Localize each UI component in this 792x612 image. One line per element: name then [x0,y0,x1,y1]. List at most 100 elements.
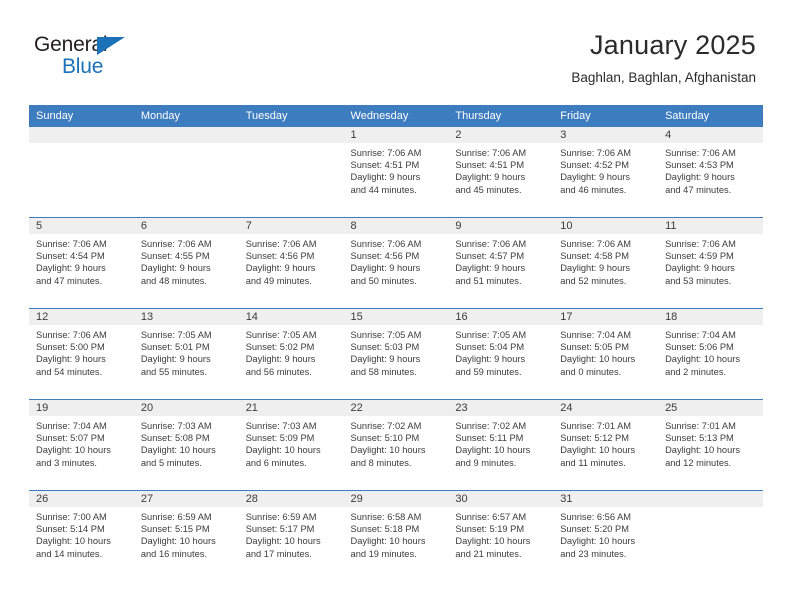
day-details: Sunrise: 7:02 AM Sunset: 5:10 PM Daylight:… [344,416,449,469]
calendar-day-cell[interactable]: 13 Sunrise: 7:05 AM Sunset: 5:01 PM Dayligh… [133,308,239,400]
weekday-header-saturday: Saturday [658,105,763,127]
day-details: Sunrise: 7:06 AM Sunset: 4:53 PM Daylight:… [658,143,763,196]
sunset-text: Sunset: 5:00 PM [36,342,105,353]
sunrise-text: Sunrise: 7:06 AM [455,148,527,158]
day-details: Sunrise: 7:05 AM Sunset: 5:02 PM Daylight:… [239,325,344,378]
day-details: Sunrise: 7:01 AM Sunset: 5:13 PM Daylight:… [658,416,763,469]
calendar-day-cell[interactable]: 19 Sunrise: 7:04 AM Sunset: 5:07 PM Dayligh… [29,399,134,491]
daylight-text-line1: Daylight: 10 hours [140,536,216,547]
calendar-day-cell[interactable]: 2 Sunrise: 7:06 AM Sunset: 4:51 PM Daylight… [448,127,554,218]
calendar-week-row: 12 Sunrise: 7:06 AM Sunset: 5:00 PM Dayligh… [29,308,763,400]
daylight-text-line1: Daylight: 9 hours [140,354,211,365]
daylight-text-line2: and 51 minutes. [455,275,522,286]
calendar-day-cell[interactable]: 27 Sunrise: 6:59 AM Sunset: 5:15 PM Dayligh… [133,490,239,581]
calendar-day-cell[interactable]: 16 Sunrise: 7:05 AM Sunset: 5:04 PM Dayligh… [448,308,554,400]
calendar-day-cell[interactable]: 9 Sunrise: 7:06 AM Sunset: 4:57 PM Daylight… [448,217,554,309]
daylight-text-line1: Daylight: 9 hours [350,263,421,274]
calendar-day-cell[interactable]: 1 Sunrise: 7:06 AM Sunset: 4:51 PM Daylight… [343,127,449,218]
calendar-day-cell[interactable]: 25 Sunrise: 7:01 AM Sunset: 5:13 PM Dayligh… [658,399,763,491]
day-details: Sunrise: 7:06 AM Sunset: 4:52 PM Daylight:… [553,143,658,196]
day-details: Sunrise: 7:06 AM Sunset: 4:57 PM Daylight:… [448,234,553,287]
sunrise-text: Sunrise: 7:06 AM [350,148,422,158]
daylight-text-line1: Daylight: 9 hours [350,354,421,365]
sunrise-text: Sunrise: 7:00 AM [36,512,107,522]
daylight-text-line1: Daylight: 10 hours [350,536,426,547]
sunrise-text: Sunrise: 6:56 AM [560,512,632,522]
sunrise-text: Sunrise: 7:06 AM [560,148,632,158]
day-details: Sunrise: 7:06 AM Sunset: 4:54 PM Daylight:… [29,234,134,287]
daylight-text-line1: Daylight: 10 hours [245,536,321,547]
calendar-day-cell[interactable]: 4 Sunrise: 7:06 AM Sunset: 4:53 PM Daylight… [658,127,763,218]
daylight-text-line2: and 47 minutes. [36,275,103,286]
day-number: 13 [133,309,239,325]
daylight-text-line2: and 2 minutes. [665,366,727,377]
calendar-day-cell[interactable]: 30 Sunrise: 6:57 AM Sunset: 5:19 PM Dayligh… [448,490,554,581]
sunset-text: Sunset: 5:01 PM [140,342,210,353]
sunrise-text: Sunrise: 7:04 AM [665,330,736,340]
day-number: 26 [29,491,134,507]
day-number: 6 [133,218,239,234]
calendar-day-cell[interactable]: 6 Sunrise: 7:06 AM Sunset: 4:55 PM Daylight… [133,217,239,309]
calendar-day-cell[interactable]: 21 Sunrise: 7:03 AM Sunset: 5:09 PM Dayligh… [238,399,344,491]
day-details: Sunrise: 7:06 AM Sunset: 4:51 PM Daylight:… [448,143,553,196]
calendar-day-cell[interactable]: 5 Sunrise: 7:06 AM Sunset: 4:54 PM Daylight… [29,217,134,309]
daylight-text-line1: Daylight: 10 hours [665,445,740,456]
daylight-text-line1: Daylight: 9 hours [455,263,526,274]
day-number: 2 [448,127,554,143]
daylight-text-line1: Daylight: 10 hours [455,536,531,547]
calendar-day-cell-empty [133,127,239,218]
day-details: Sunrise: 6:58 AM Sunset: 5:18 PM Daylight:… [344,507,449,560]
calendar-day-cell[interactable]: 17 Sunrise: 7:04 AM Sunset: 5:05 PM Dayligh… [553,308,659,400]
day-number [133,127,239,143]
calendar-body: 1 Sunrise: 7:06 AM Sunset: 4:51 PM Daylight… [29,127,763,581]
daylight-text-line2: and 17 minutes. [245,548,312,559]
day-number: 25 [658,400,763,416]
sunset-text: Sunset: 4:57 PM [455,251,525,262]
daylight-text-line2: and 12 minutes. [665,457,732,468]
calendar-day-cell[interactable]: 28 Sunrise: 6:59 AM Sunset: 5:17 PM Dayligh… [238,490,344,581]
calendar-day-cell[interactable]: 7 Sunrise: 7:06 AM Sunset: 4:56 PM Daylight… [238,217,344,309]
day-number: 11 [658,218,763,234]
day-number: 5 [29,218,134,234]
day-number: 21 [238,400,344,416]
daylight-text-line1: Daylight: 9 hours [350,172,421,183]
sunrise-text: Sunrise: 7:06 AM [36,239,107,249]
day-number: 16 [448,309,554,325]
daylight-text-line1: Daylight: 9 hours [36,354,106,365]
daylight-text-line1: Daylight: 10 hours [560,354,636,365]
calendar-day-cell[interactable]: 22 Sunrise: 7:02 AM Sunset: 5:10 PM Dayligh… [343,399,449,491]
calendar-day-cell[interactable]: 10 Sunrise: 7:06 AM Sunset: 4:58 PM Dayligh… [553,217,659,309]
day-details: Sunrise: 6:56 AM Sunset: 5:20 PM Daylight:… [553,507,658,560]
sunrise-text: Sunrise: 7:01 AM [560,421,632,431]
daylight-text-line2: and 45 minutes. [455,184,522,195]
calendar-day-cell[interactable]: 24 Sunrise: 7:01 AM Sunset: 5:12 PM Dayligh… [553,399,659,491]
daylight-text-line2: and 6 minutes. [245,457,307,468]
sunset-text: Sunset: 5:02 PM [245,342,315,353]
calendar-week-row: 5 Sunrise: 7:06 AM Sunset: 4:54 PM Daylight… [29,217,763,309]
calendar-day-cell[interactable]: 14 Sunrise: 7:05 AM Sunset: 5:02 PM Dayligh… [238,308,344,400]
day-number: 31 [553,491,659,507]
calendar-day-cell[interactable]: 18 Sunrise: 7:04 AM Sunset: 5:06 PM Dayligh… [658,308,763,400]
calendar-day-cell[interactable]: 11 Sunrise: 7:06 AM Sunset: 4:59 PM Dayligh… [658,217,763,309]
calendar-day-cell[interactable]: 29 Sunrise: 6:58 AM Sunset: 5:18 PM Dayligh… [343,490,449,581]
calendar-day-cell[interactable]: 20 Sunrise: 7:03 AM Sunset: 5:08 PM Dayligh… [133,399,239,491]
day-number [29,127,134,143]
day-number: 15 [343,309,449,325]
calendar-day-cell[interactable]: 3 Sunrise: 7:06 AM Sunset: 4:52 PM Daylight… [553,127,659,218]
day-number: 23 [448,400,554,416]
sunset-text: Sunset: 5:09 PM [245,433,315,444]
sunset-text: Sunset: 5:19 PM [455,524,525,535]
day-number: 17 [553,309,659,325]
daylight-text-line1: Daylight: 10 hours [36,445,111,456]
day-details: Sunrise: 7:06 AM Sunset: 4:58 PM Daylight:… [553,234,658,287]
daylight-text-line1: Daylight: 10 hours [455,445,531,456]
calendar-day-cell[interactable]: 26 Sunrise: 7:00 AM Sunset: 5:14 PM Dayligh… [29,490,134,581]
calendar-day-cell[interactable]: 8 Sunrise: 7:06 AM Sunset: 4:56 PM Daylight… [343,217,449,309]
calendar-day-cell[interactable]: 31 Sunrise: 6:56 AM Sunset: 5:20 PM Dayligh… [553,490,659,581]
sunrise-text: Sunrise: 7:06 AM [665,239,736,249]
calendar-grid: Sunday Monday Tuesday Wednesday Thursday… [29,105,763,581]
calendar-day-cell[interactable]: 23 Sunrise: 7:02 AM Sunset: 5:11 PM Dayligh… [448,399,554,491]
calendar-day-cell[interactable]: 12 Sunrise: 7:06 AM Sunset: 5:00 PM Dayligh… [29,308,134,400]
sunrise-text: Sunrise: 6:57 AM [455,512,527,522]
calendar-day-cell[interactable]: 15 Sunrise: 7:05 AM Sunset: 5:03 PM Dayligh… [343,308,449,400]
